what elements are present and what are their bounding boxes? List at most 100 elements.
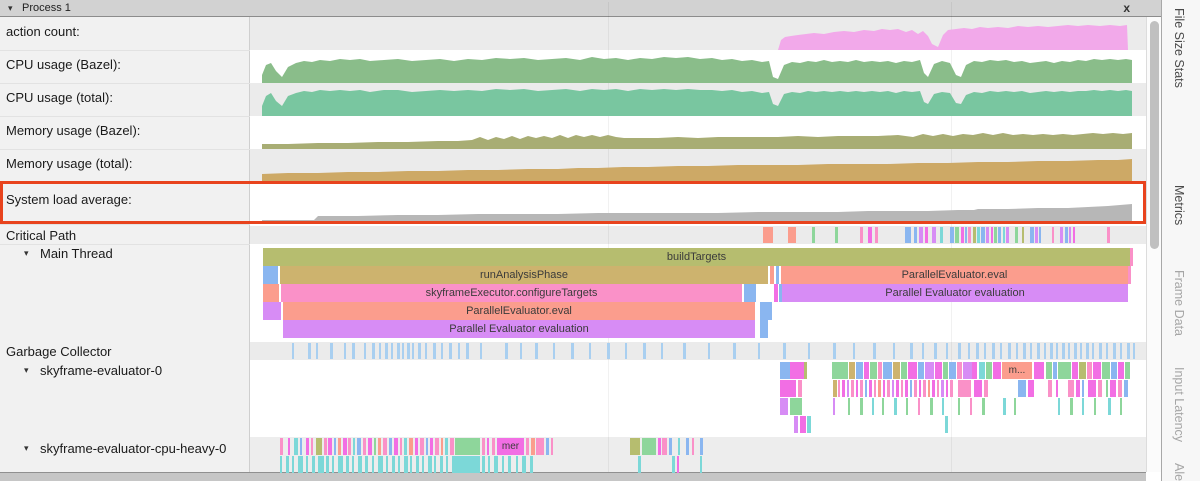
trace-slice[interactable] [860, 380, 863, 397]
gc-event[interactable] [922, 343, 924, 359]
trace-slice[interactable] [294, 438, 298, 455]
trace-slice[interactable] [1072, 362, 1078, 379]
trace-slice[interactable] [1028, 380, 1034, 397]
trace-slice[interactable] [400, 438, 402, 455]
trace-slice[interactable] [288, 438, 290, 455]
close-icon[interactable]: x [1123, 1, 1130, 15]
trace-slice[interactable] [348, 438, 351, 455]
trace-slice[interactable] [851, 380, 854, 397]
trace-slice[interactable] [334, 438, 336, 455]
trace-slice[interactable] [892, 380, 894, 397]
trace-slice[interactable] [804, 362, 807, 379]
trace-slice[interactable] [941, 380, 944, 397]
trace-slice[interactable] [638, 456, 641, 473]
trace-slice[interactable] [957, 362, 962, 379]
gc-event[interactable] [1074, 343, 1077, 359]
trace-slice[interactable] [338, 438, 341, 455]
trace-slice[interactable] [368, 438, 372, 455]
trace-slice[interactable] [874, 380, 876, 397]
trace-slice[interactable] [923, 380, 926, 397]
trace-slice[interactable] [872, 398, 874, 415]
trace-slice[interactable] [263, 284, 279, 302]
trace-slice[interactable] [979, 362, 985, 379]
trace-slice[interactable] [1082, 380, 1084, 397]
trace-slice[interactable] [452, 456, 480, 473]
gc-event[interactable] [402, 343, 404, 359]
trace-slice[interactable] [869, 380, 872, 397]
trace-slice[interactable] [428, 456, 432, 473]
trace-slice[interactable] [435, 438, 439, 455]
trace-slice[interactable] [878, 362, 882, 379]
sidebar-tab-file-size-stats[interactable]: File Size Stats [1172, 8, 1186, 88]
horizontal-scrollbar[interactable] [0, 472, 1146, 481]
gc-event[interactable] [758, 343, 760, 359]
gc-event[interactable] [379, 343, 381, 359]
trace-slice[interactable] [910, 380, 912, 397]
trace-slice[interactable] [932, 380, 935, 397]
trace-slice[interactable] [1108, 398, 1111, 415]
trace-slice[interactable] [847, 380, 849, 397]
trace-slice[interactable] [928, 380, 930, 397]
trace-slice[interactable] [984, 380, 988, 397]
trace-slice[interactable] [316, 438, 322, 455]
critical-path-event[interactable] [1069, 227, 1071, 243]
gc-event[interactable] [480, 343, 482, 359]
critical-path-event[interactable] [1030, 227, 1034, 243]
gc-event[interactable] [833, 343, 836, 359]
trace-slice[interactable] [798, 380, 802, 397]
trace-slice[interactable] [263, 266, 278, 284]
trace-slice[interactable] [494, 456, 498, 473]
trace-slice[interactable] [1056, 380, 1058, 397]
trace-slice[interactable] [744, 284, 756, 302]
gc-event[interactable] [1050, 343, 1053, 359]
critical-path-event[interactable] [914, 227, 917, 243]
trace-slice[interactable] [398, 456, 400, 473]
trace-slice[interactable] [958, 398, 960, 415]
gc-event[interactable] [968, 343, 970, 359]
vertical-scrollbar-thumb[interactable] [1150, 21, 1159, 249]
gc-event[interactable] [1080, 343, 1082, 359]
trace-slice[interactable] [522, 456, 526, 473]
gc-event[interactable] [1092, 343, 1094, 359]
trace-slice[interactable] [404, 438, 407, 455]
critical-path-event[interactable] [860, 227, 863, 243]
trace-slice[interactable] [1088, 380, 1096, 397]
gc-event[interactable] [984, 343, 986, 359]
trace-slice[interactable] [292, 456, 294, 473]
trace-slice[interactable] [352, 456, 354, 473]
trace-slice[interactable] [630, 438, 640, 455]
trace-slice[interactable] [410, 456, 412, 473]
trace-slice[interactable] [441, 438, 443, 455]
critical-path-event[interactable] [950, 227, 954, 243]
critical-path-event[interactable] [1065, 227, 1068, 243]
trace-slice[interactable] [312, 456, 315, 473]
system-load-average-chart[interactable] [258, 182, 1146, 224]
trace-slice[interactable] [488, 456, 490, 473]
trace-slice[interactable] [280, 438, 283, 455]
critical-path-event[interactable] [977, 227, 980, 243]
trace-slice[interactable]: buildTargets [263, 248, 1130, 266]
critical-path-event[interactable] [1035, 227, 1038, 243]
trace-slice[interactable] [958, 380, 971, 397]
trace-slice[interactable] [365, 456, 368, 473]
gc-event[interactable] [607, 343, 610, 359]
trace-slice[interactable] [492, 438, 495, 455]
trace-slice[interactable] [943, 362, 948, 379]
trace-slice[interactable] [774, 284, 778, 302]
trace-slice[interactable] [901, 362, 907, 379]
gc-event[interactable] [308, 343, 311, 359]
gc-event[interactable] [683, 343, 686, 359]
trace-slice[interactable]: m... [1002, 362, 1032, 379]
trace-slice[interactable] [546, 438, 549, 455]
gc-event[interactable] [316, 343, 318, 359]
trace-slice[interactable] [860, 398, 863, 415]
trace-slice[interactable] [770, 266, 774, 284]
trace-slice[interactable] [1053, 362, 1057, 379]
trace-slice[interactable] [1014, 398, 1016, 415]
trace-slice[interactable] [669, 438, 672, 455]
critical-path-event[interactable] [998, 227, 1001, 243]
trace-slice[interactable] [887, 380, 890, 397]
trace-slice[interactable] [894, 398, 897, 415]
trace-slice[interactable] [434, 456, 436, 473]
critical-path-event[interactable] [1039, 227, 1041, 243]
